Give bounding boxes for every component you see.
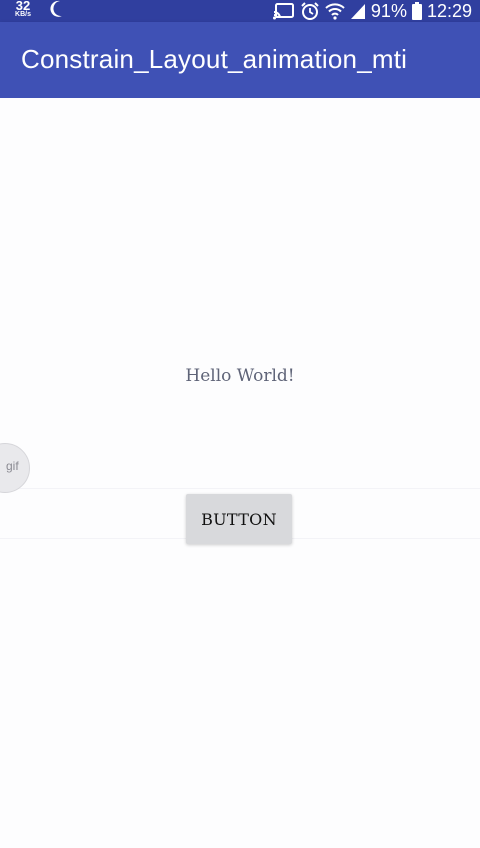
main-button[interactable]: BUTTON	[186, 494, 292, 544]
cast-icon	[272, 3, 294, 20]
battery-percent: 91%	[370, 0, 407, 21]
battery-icon	[411, 2, 422, 20]
clock-time: 12:29	[426, 0, 472, 21]
network-speed-unit: KB/s	[15, 11, 31, 18]
status-icons: 91% 12:29	[272, 0, 472, 22]
status-bar: 32 KB/s 91% 12:29	[0, 0, 480, 22]
signal-icon	[350, 4, 365, 19]
moon-icon	[50, 0, 62, 17]
gif-label: gif	[6, 459, 19, 473]
alarm-icon	[301, 2, 319, 20]
main-content: Hello World! BUTTON	[0, 98, 480, 848]
hello-world-text: Hello World!	[185, 366, 295, 386]
divider	[0, 488, 480, 489]
network-speed: 32 KB/s	[10, 0, 36, 18]
wifi-icon	[325, 3, 345, 20]
app-bar: Constrain_Layout_animation_mti	[0, 22, 480, 98]
app-title: Constrain_Layout_animation_mti	[21, 44, 408, 74]
